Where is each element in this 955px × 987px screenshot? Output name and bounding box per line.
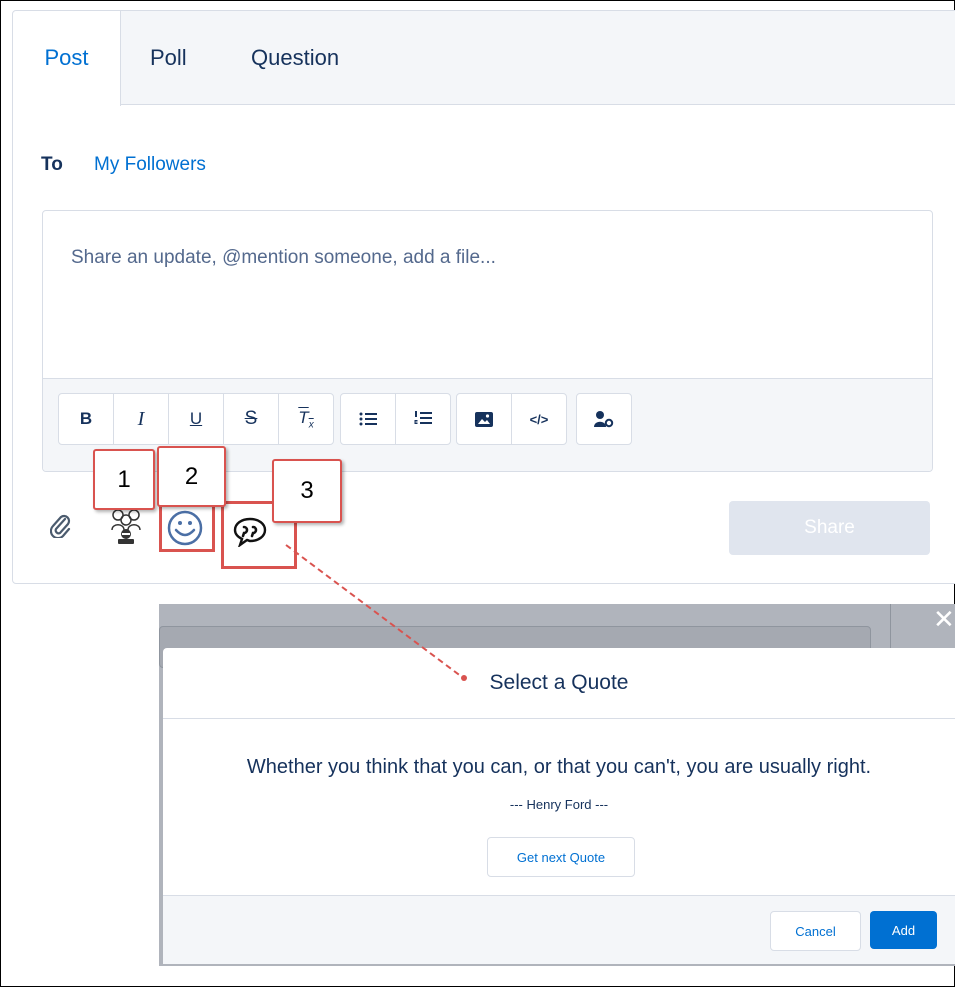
callout-connector-line xyxy=(285,544,467,681)
